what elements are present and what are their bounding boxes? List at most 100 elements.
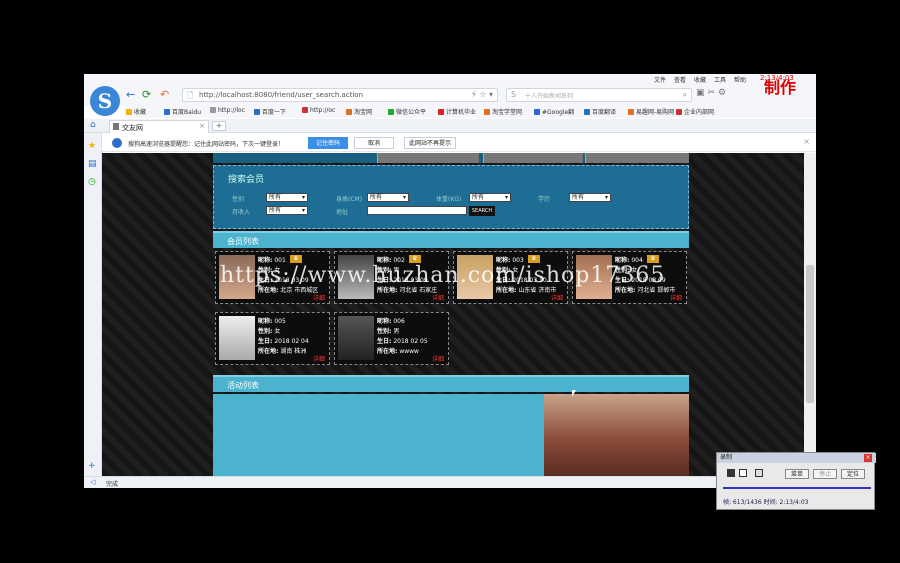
recorder-timeline[interactable]: [723, 487, 871, 489]
tab-label: 交友网: [122, 124, 143, 132]
tab-active[interactable]: 交友网 ×: [109, 120, 209, 133]
gender-select[interactable]: 所有: [266, 193, 308, 202]
bookmark-item[interactable]: 淘宝网: [346, 107, 372, 116]
banner-strip: [213, 153, 689, 163]
bookmark-item[interactable]: 计算机毕业: [438, 107, 476, 116]
search-engine-icon: S: [511, 90, 517, 99]
bookmark-item[interactable]: 百度翻译: [584, 107, 616, 116]
stop-button[interactable]: 停止: [813, 469, 837, 479]
browser-logo-icon: S: [90, 86, 120, 116]
member-card[interactable]: 昵称: 005 性别: 女 生日: 2018 02 04 所在地: 湖南 株洲 …: [215, 312, 330, 365]
bookmarks-bar: 收藏 百度Baidu http://loc 百度一下 http://oc 淘宝网…: [124, 106, 816, 118]
detail-link[interactable]: 详细: [313, 293, 325, 302]
scroll-thumb[interactable]: [806, 265, 814, 403]
vertical-scrollbar[interactable]: [804, 153, 816, 476]
cancel-button[interactable]: 取消: [354, 137, 394, 149]
friend-site-page: 搜索会员 性别 所有 身高(CM) 所有 体重(KG) 所有 学历 所有 月收入…: [213, 153, 689, 476]
bookmark-item[interactable]: 百度Baidu: [164, 107, 201, 116]
menu-tools[interactable]: 工具: [714, 75, 726, 84]
close-icon[interactable]: ×: [864, 454, 872, 462]
bookmark-item[interactable]: 百度一下: [254, 107, 286, 116]
address-bar[interactable]: 🗋 http://localhost:8080/friend/user_sear…: [182, 88, 498, 102]
made-label: 制作: [764, 78, 797, 97]
star-icon[interactable]: ⚡ ☆ ▾: [471, 90, 493, 99]
address-input[interactable]: [367, 206, 467, 215]
bookmark-item[interactable]: #Google翻: [534, 107, 574, 116]
detail-link[interactable]: 详细: [551, 293, 563, 302]
tab-favicon-icon: [113, 123, 119, 130]
bookmark-item[interactable]: 微信公众平: [388, 107, 426, 116]
page-content: 搜索会员 性别 所有 身高(CM) 所有 体重(KG) 所有 学历 所有 月收入…: [102, 153, 804, 476]
menu-view[interactable]: 查看: [674, 75, 686, 84]
banner-image: [483, 153, 583, 163]
history-icon[interactable]: ◷: [88, 177, 96, 187]
left-sidebar: ★ ▤ ◷ +: [84, 133, 102, 476]
search-button[interactable]: SEARCH: [469, 206, 495, 216]
refresh-icon[interactable]: ⟳: [142, 88, 151, 101]
stop-icon[interactable]: [755, 469, 763, 477]
bookmark-item[interactable]: 收藏: [126, 107, 146, 116]
home-icon[interactable]: ⌂: [90, 120, 96, 130]
browser-window: 文件 查看 收藏 工具 帮助 2:13/4:03 S ← ⟳ ↶ 🗋 http:…: [84, 74, 816, 488]
detail-link[interactable]: 详细: [670, 293, 682, 302]
close-icon[interactable]: ×: [803, 137, 810, 146]
play-icon[interactable]: [727, 469, 735, 477]
undo-icon[interactable]: ↶: [160, 88, 169, 101]
toolbar-icons[interactable]: ▣✂⚙: [696, 88, 729, 98]
bookmark-item[interactable]: 企业内部网: [676, 107, 714, 116]
member-photo: [219, 316, 255, 360]
search-placeholder: 十人开始新闻系列: [525, 93, 574, 100]
menu-favorites[interactable]: 收藏: [694, 75, 706, 84]
address-text: http://localhost:8080/friend/user_search…: [199, 91, 364, 99]
key-icon: [112, 138, 122, 148]
save-password-button[interactable]: 记住密码: [308, 137, 348, 149]
menu-button[interactable]: 菜单: [785, 469, 809, 479]
member-search-panel: 搜索会员 性别 所有 身高(CM) 所有 体重(KG) 所有 学历 所有 月收入…: [213, 165, 689, 229]
height-select[interactable]: 所有: [367, 193, 409, 202]
favorites-star-icon[interactable]: ★: [88, 141, 96, 151]
members-header: 会员列表: [213, 231, 689, 248]
bookmark-item[interactable]: http://oc: [302, 107, 335, 114]
vip-crown-icon: ♛: [290, 255, 302, 263]
bookmark-item[interactable]: http://loc: [210, 107, 245, 114]
close-icon[interactable]: ×: [199, 122, 205, 130]
education-select[interactable]: 所有: [569, 193, 611, 202]
income-label: 月收入: [232, 209, 251, 216]
pause-icon[interactable]: [739, 469, 747, 477]
notify-text: 搜狗高速浏览器提醒您：记住此网站密码，下次一键登录！: [128, 141, 285, 148]
never-remind-button[interactable]: 此网站不再提示: [404, 137, 456, 149]
member-card[interactable]: 昵称: 006 性别: 男 生日: 2018 02 05 所在地: wwww 详…: [334, 312, 449, 365]
status-bar: ◁ 完成: [84, 476, 816, 488]
menu-help[interactable]: 帮助: [734, 75, 746, 84]
locate-button[interactable]: 定位: [841, 469, 865, 479]
address-label: 地址: [336, 209, 349, 216]
menu-file[interactable]: 文件: [654, 75, 666, 84]
vip-crown-icon: ♛: [647, 255, 659, 263]
vip-crown-icon: ♛: [409, 255, 421, 263]
watermark-text: https://www.huzhan.com/ishop17365: [220, 263, 666, 288]
password-notify-bar: 搜狗高速浏览器提醒您：记住此网站密码，下次一键登录！ 记住密码 取消 此网站不再…: [102, 134, 816, 152]
detail-link[interactable]: 详细: [432, 354, 444, 363]
weight-label: 体重(KG): [436, 196, 462, 203]
add-sidebar-icon[interactable]: +: [88, 461, 96, 471]
search-box[interactable]: S 十人开始新闻系列 ⌕: [506, 88, 692, 102]
activity-header: 活动列表: [213, 375, 689, 392]
activity-photo[interactable]: [544, 394, 689, 476]
weight-select[interactable]: 所有: [469, 193, 511, 202]
recorder-panel: 录制 × 菜单 停止 定位 帧: 613/1436 时间: 2:13/4:03: [716, 452, 876, 510]
detail-link[interactable]: 详细: [313, 354, 325, 363]
recorder-title: 录制: [717, 453, 876, 463]
recorder-info: 帧: 613/1436 时间: 2:13/4:03: [723, 499, 809, 506]
nav-bar: S ← ⟳ ↶ 🗋 http://localhost:8080/friend/u…: [84, 84, 816, 116]
sidebar-toggle-icon[interactable]: ◁: [90, 478, 95, 486]
bookmark-item[interactable]: 易趣网-易购网: [628, 107, 674, 116]
tab-bar: ⌂ 交友网 × +: [84, 119, 816, 133]
reader-icon[interactable]: ▤: [88, 159, 97, 169]
back-icon[interactable]: ←: [126, 88, 135, 101]
income-select[interactable]: 所有: [266, 206, 308, 215]
status-text: 完成: [106, 481, 119, 488]
bookmark-item[interactable]: 淘宝学堂网: [484, 107, 522, 116]
search-icon[interactable]: ⌕: [683, 90, 687, 100]
detail-link[interactable]: 详细: [432, 293, 444, 302]
new-tab-icon[interactable]: +: [212, 121, 226, 131]
